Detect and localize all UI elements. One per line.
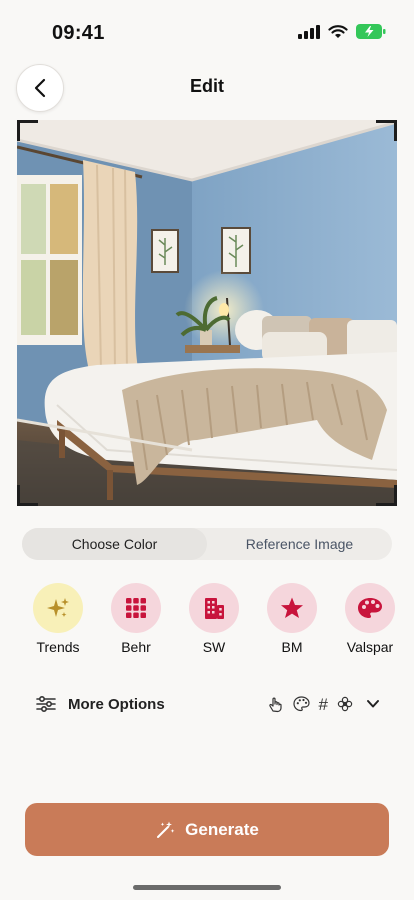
signal-icon: [298, 24, 320, 39]
palette-icon: [292, 696, 310, 712]
nav-bar: Edit: [0, 64, 414, 112]
chevron-down-icon[interactable]: [366, 699, 380, 709]
crop-corner: [376, 485, 397, 506]
chip-label: SW: [202, 639, 226, 655]
building-icon: [205, 598, 224, 619]
bm-circle: [267, 583, 317, 633]
battery-icon: [356, 24, 386, 39]
tab-reference-image[interactable]: Reference Image: [207, 528, 392, 560]
mode-segmented-control: Choose Color Reference Image: [22, 528, 392, 560]
more-options-icons: #: [267, 696, 380, 713]
page-title: Edit: [190, 76, 224, 96]
hash-icon: #: [318, 694, 328, 714]
generate-button[interactable]: Generate: [25, 803, 389, 856]
flower-icon: [337, 696, 353, 712]
color-source-list: Trends Behr SW BM Valspar: [0, 583, 414, 663]
magic-wand-icon: [157, 821, 175, 838]
color-source-sw[interactable]: SW: [174, 583, 254, 655]
status-bar: 09:41: [0, 0, 414, 60]
generate-label: Generate: [185, 819, 259, 839]
sparkle-icon: [47, 598, 69, 617]
crop-corner: [17, 120, 38, 141]
pointer-icon: [268, 697, 282, 712]
bedroom-image: [17, 120, 397, 506]
color-source-behr[interactable]: Behr: [96, 583, 176, 655]
grid-icon: [126, 598, 146, 618]
color-source-valspar[interactable]: Valspar: [330, 583, 410, 655]
palette-icon: [358, 598, 382, 618]
chip-label: BM: [281, 639, 303, 655]
color-source-bm[interactable]: BM: [252, 583, 332, 655]
sliders-icon: [36, 696, 56, 712]
crop-corner: [376, 120, 397, 141]
status-icons: [298, 24, 386, 39]
behr-circle: [111, 583, 161, 633]
status-time: 09:41: [52, 22, 105, 44]
more-options-label: More Options: [68, 695, 165, 713]
star-icon: [281, 597, 303, 618]
chip-label: Behr: [121, 639, 151, 655]
wifi-icon: [328, 24, 348, 38]
color-source-trends[interactable]: Trends: [18, 583, 98, 655]
chip-label: Valspar: [346, 639, 394, 655]
chip-label: Trends: [36, 639, 80, 655]
sw-circle: [189, 583, 239, 633]
home-indicator: [133, 885, 281, 890]
valspar-circle: [345, 583, 395, 633]
crop-corner: [17, 485, 38, 506]
trends-circle: [33, 583, 83, 633]
more-options-row[interactable]: More Options #: [36, 690, 380, 718]
tab-choose-color[interactable]: Choose Color: [22, 528, 207, 560]
room-photo[interactable]: [17, 120, 397, 506]
